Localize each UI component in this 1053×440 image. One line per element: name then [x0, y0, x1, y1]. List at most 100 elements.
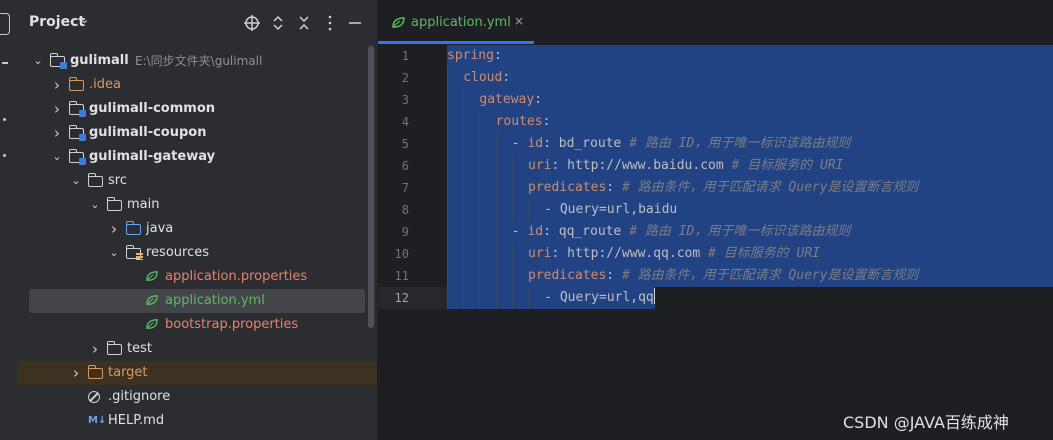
code-text: : http://www.baidu.com [551, 158, 732, 173]
expand-all-icon[interactable] [269, 14, 287, 32]
tree-item[interactable]: › target [17, 361, 377, 385]
minus-icon[interactable] [2, 62, 8, 64]
indent-guide [463, 287, 465, 309]
tree-item[interactable]: ⌄ gulimall-gateway [17, 145, 367, 169]
indent-guide [463, 89, 465, 111]
tree-item[interactable]: application.yml [29, 289, 365, 313]
tool-dot-icon[interactable] [3, 118, 6, 121]
tree-item[interactable]: › gulimall-coupon [17, 121, 367, 145]
chevron-down-icon[interactable]: ⌄ [32, 49, 44, 73]
tree-item[interactable]: ⌄ resources [17, 241, 367, 265]
tree-item[interactable]: ⌄ src [17, 169, 367, 193]
tab-label: application.yml [411, 15, 511, 30]
yaml-key: id [527, 224, 544, 239]
tree-item-label: gulimall [70, 53, 129, 68]
module-folder-icon [69, 125, 86, 141]
collapse-all-icon[interactable] [295, 14, 313, 32]
yaml-key: id [527, 136, 544, 151]
indent-guide [511, 199, 513, 221]
folder-icon [88, 173, 103, 187]
indent-guide [511, 265, 513, 287]
tree-item[interactable]: M↓ HELP.md [17, 409, 367, 433]
tree-item[interactable]: › java [17, 217, 367, 241]
project-view-selector[interactable]: Project [29, 14, 85, 30]
code-line: - Query=url,baidu [447, 199, 677, 221]
tree-item[interactable]: .gitignore [17, 385, 367, 409]
tree-item[interactable]: bootstrap.properties [17, 313, 367, 337]
yaml-key: uri [528, 158, 552, 173]
indent-guide [463, 133, 465, 155]
indent-guide [463, 155, 465, 177]
indent-guide [447, 155, 448, 177]
options-icon[interactable] [321, 14, 339, 32]
chevron-right-icon[interactable]: › [51, 73, 63, 97]
tree-item[interactable]: ⌄ main [17, 193, 367, 217]
indent-guide [447, 89, 448, 111]
yaml-key: gateway [479, 92, 535, 107]
chevron-right-icon[interactable]: › [89, 337, 101, 361]
chevron-down-icon[interactable]: ⌄ [89, 193, 101, 217]
indent-guide [495, 199, 497, 221]
indent-guide [495, 177, 497, 199]
tree-item-label: target [108, 365, 148, 380]
code-text: : [542, 114, 551, 129]
indent-guide [447, 177, 448, 199]
code-text: : [502, 70, 511, 85]
hide-icon[interactable] [346, 14, 364, 32]
chevron-right-icon[interactable]: › [108, 217, 120, 241]
line-number: 12 [394, 291, 409, 305]
tree-item[interactable]: › .idea [17, 73, 367, 97]
code-text: : [493, 48, 502, 63]
folder-icon [107, 197, 122, 211]
close-icon[interactable]: × [514, 14, 524, 28]
resources-folder-icon [126, 245, 143, 260]
ignored-file-icon [88, 391, 100, 403]
tree-item[interactable]: application.properties [17, 265, 367, 289]
indent-guide [479, 133, 481, 155]
locate-icon[interactable] [243, 14, 261, 32]
tree-item[interactable]: › gulimall-common [17, 97, 367, 121]
code-text: - [511, 136, 528, 151]
chevron-down-icon[interactable]: ⌄ [108, 241, 120, 265]
tab-application-yml[interactable]: application.yml × [378, 0, 534, 45]
tree-item[interactable]: ⌄ gulimall E:\同步文件夹\gulimall [17, 49, 367, 73]
tree-item-label: HELP.md [108, 413, 165, 428]
tab-active-indicator [378, 41, 534, 44]
line-number: 4 [401, 115, 409, 129]
project-panel: Project ⌄ ⌄ gulimall E:\同步文件夹\gulimall › .id… [17, 0, 377, 440]
yaml-key: predicates [528, 180, 607, 195]
tree-item-label: gulimall-gateway [89, 149, 216, 164]
code-line: - Query=url,qq [447, 287, 656, 309]
project-tool-icon[interactable] [0, 13, 10, 35]
more-tools-icon[interactable] [3, 154, 6, 157]
watermark: CSDN @JAVA百练成神 [843, 413, 1009, 432]
tree-item[interactable]: › test [17, 337, 367, 361]
line-number: 6 [401, 159, 409, 173]
chevron-right-icon[interactable]: › [70, 361, 82, 385]
chevron-down-icon[interactable]: ⌄ [80, 13, 89, 26]
line-number: 11 [394, 269, 409, 283]
chevron-down-icon[interactable]: ⌄ [51, 145, 63, 169]
code-text: : [606, 268, 622, 283]
indent-guide [511, 287, 513, 309]
yaml-key: routes [495, 114, 543, 129]
folder-icon [69, 77, 84, 91]
chevron-down-icon[interactable]: ⌄ [70, 169, 82, 193]
tree-item-label: gulimall-coupon [89, 125, 207, 140]
code-text: - Query=url,qq [544, 290, 654, 305]
editor: application.yml × 1 2 3 4 5 6 7 8 9 10 11 12 spring… [378, 0, 1053, 440]
chevron-right-icon[interactable]: › [51, 97, 63, 121]
yaml-key: spring [447, 48, 494, 63]
indent-guide [463, 265, 465, 287]
code-text: : http://www.qq.com [551, 246, 709, 261]
tree-item-label: application.properties [165, 269, 308, 284]
code-line: predicates: # 路由条件，用于匹配请求 Query是设置断言规则 [447, 177, 919, 199]
indent-guide [479, 111, 481, 133]
panel-scrollbar[interactable] [368, 46, 374, 328]
folder-icon [107, 341, 122, 355]
code-text: - Query=url,baidu [544, 202, 678, 217]
chevron-right-icon[interactable]: › [51, 121, 63, 145]
tree-item-label: main [127, 197, 160, 212]
code-line: gateway: [447, 89, 542, 111]
line-number: 1 [401, 49, 409, 63]
